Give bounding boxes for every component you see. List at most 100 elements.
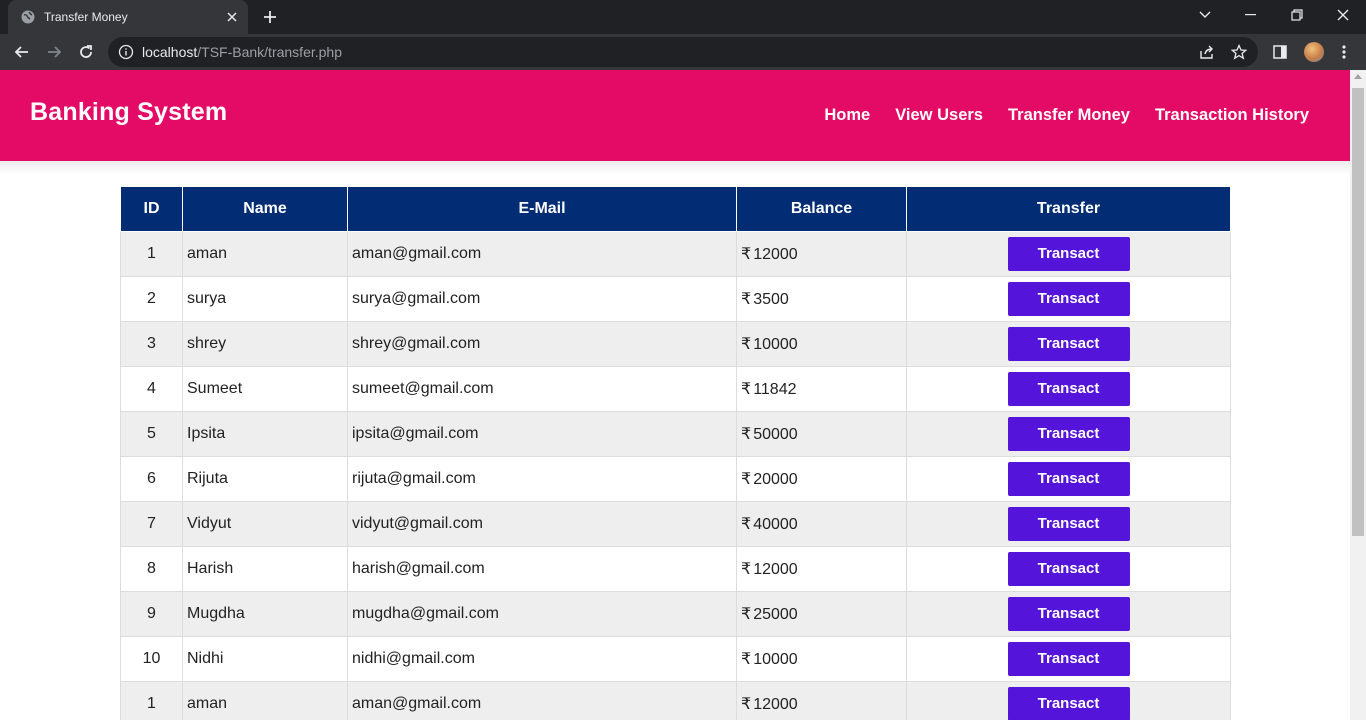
brand-title[interactable]: Banking System	[30, 98, 227, 127]
url-path: /TSF-Bank/transfer.php	[197, 44, 342, 60]
cell-email: harish@gmail.com	[347, 546, 737, 592]
transact-button[interactable]: Transact	[1007, 462, 1130, 496]
users-table: ID Name E-Mail Balance Transfer 1 aman ama…	[120, 186, 1231, 720]
balance-value: 3500	[753, 291, 789, 308]
cell-email: ipsita@gmail.com	[347, 411, 737, 457]
cell-transfer: Transact	[906, 591, 1231, 637]
transact-button[interactable]: Transact	[1007, 687, 1130, 720]
header-id: ID	[120, 186, 183, 232]
cell-balance: ₹25000	[736, 591, 907, 637]
currency-symbol: ₹	[741, 651, 752, 668]
cell-transfer: Transact	[906, 636, 1231, 682]
share-icon[interactable]	[1198, 43, 1216, 61]
page-scrollbar[interactable]	[1350, 70, 1366, 720]
cell-name: aman	[182, 231, 348, 277]
cell-email: surya@gmail.com	[347, 276, 737, 322]
close-window-icon[interactable]	[1320, 0, 1366, 30]
transact-button[interactable]: Transact	[1007, 642, 1130, 676]
cell-id: 10	[120, 636, 183, 682]
url-host: localhost	[142, 44, 198, 60]
cell-email: vidyut@gmail.com	[347, 501, 737, 547]
table-row: 8 Harish harish@gmail.com ₹12000 Transact	[120, 546, 1231, 592]
header-balance: Balance	[736, 186, 907, 232]
table-row: 4 Sumeet sumeet@gmail.com ₹11842 Transact	[120, 366, 1231, 412]
cell-balance: ₹3500	[736, 276, 907, 322]
minimize-icon[interactable]	[1228, 0, 1274, 30]
transact-button[interactable]: Transact	[1007, 237, 1130, 271]
navbar-shadow	[0, 161, 1350, 175]
nav-transaction-history[interactable]: Transaction History	[1155, 106, 1309, 125]
transact-button[interactable]: Transact	[1007, 327, 1130, 361]
currency-symbol: ₹	[741, 336, 752, 353]
balance-value: 40000	[753, 516, 798, 533]
header-name: Name	[182, 186, 348, 232]
cell-transfer: Transact	[906, 321, 1231, 367]
table-row: 9 Mugdha mugdha@gmail.com ₹25000 Transact	[120, 591, 1231, 637]
bookmark-star-icon[interactable]	[1230, 43, 1248, 61]
cell-id: 6	[120, 456, 183, 502]
cell-email: aman@gmail.com	[347, 231, 737, 277]
currency-symbol: ₹	[741, 291, 752, 308]
currency-symbol: ₹	[741, 561, 752, 578]
table-row: 5 Ipsita ipsita@gmail.com ₹50000 Transact	[120, 411, 1231, 457]
cell-id: 7	[120, 501, 183, 547]
transact-button[interactable]: Transact	[1007, 507, 1130, 541]
scrollbar-thumb[interactable]	[1352, 88, 1364, 536]
cell-name: Harish	[182, 546, 348, 592]
nav-transfer-money[interactable]: Transfer Money	[1008, 106, 1130, 125]
currency-symbol: ₹	[741, 516, 752, 533]
currency-symbol: ₹	[741, 381, 752, 398]
scroll-up-arrow-icon[interactable]	[1354, 74, 1362, 79]
cell-balance: ₹20000	[736, 456, 907, 502]
cell-transfer: Transact	[906, 276, 1231, 322]
browser-tab[interactable]: Transfer Money	[8, 0, 248, 34]
balance-value: 50000	[753, 426, 798, 443]
menu-kebab-icon[interactable]	[1334, 42, 1354, 62]
tab-title: Transfer Money	[44, 10, 128, 24]
transact-button[interactable]: Transact	[1007, 372, 1130, 406]
cell-email: shrey@gmail.com	[347, 321, 737, 367]
nav-home[interactable]: Home	[824, 106, 870, 125]
reload-icon[interactable]	[72, 38, 100, 66]
cell-name: surya	[182, 276, 348, 322]
balance-value: 12000	[753, 246, 798, 263]
cell-name: Mugdha	[182, 591, 348, 637]
transact-button[interactable]: Transact	[1007, 282, 1130, 316]
url-text[interactable]: localhost/TSF-Bank/transfer.php	[142, 44, 342, 60]
cell-transfer: Transact	[906, 411, 1231, 457]
cell-name: aman	[182, 681, 348, 720]
balance-value: 12000	[753, 696, 798, 713]
restore-icon[interactable]	[1274, 0, 1320, 30]
side-panel-icon[interactable]	[1270, 42, 1290, 62]
balance-value: 20000	[753, 471, 798, 488]
header-email: E-Mail	[347, 186, 737, 232]
nav-view-users[interactable]: View Users	[895, 106, 983, 125]
table-row: 3 shrey shrey@gmail.com ₹10000 Transact	[120, 321, 1231, 367]
table-row: 1 aman aman@gmail.com ₹12000 Transact	[120, 681, 1231, 720]
balance-value: 12000	[753, 561, 798, 578]
cell-transfer: Transact	[906, 681, 1231, 720]
cell-transfer: Transact	[906, 231, 1231, 277]
cell-balance: ₹10000	[736, 636, 907, 682]
forward-icon[interactable]	[40, 38, 68, 66]
close-tab-icon[interactable]	[222, 7, 242, 27]
page-viewport: Banking System Home View Users Transfer …	[0, 70, 1350, 720]
currency-symbol: ₹	[741, 606, 752, 623]
site-info-icon[interactable]	[118, 44, 134, 60]
transact-button[interactable]: Transact	[1007, 597, 1130, 631]
cell-balance: ₹50000	[736, 411, 907, 457]
cell-id: 4	[120, 366, 183, 412]
transact-button[interactable]: Transact	[1007, 417, 1130, 451]
cell-id: 1	[120, 231, 183, 277]
cell-name: Sumeet	[182, 366, 348, 412]
cell-email: mugdha@gmail.com	[347, 591, 737, 637]
table-row: 1 aman aman@gmail.com ₹12000 Transact	[120, 231, 1231, 277]
back-icon[interactable]	[8, 38, 36, 66]
profile-avatar[interactable]	[1304, 42, 1324, 62]
address-bar[interactable]: localhost/TSF-Bank/transfer.php	[108, 37, 1258, 67]
tab-search-icon[interactable]	[1182, 0, 1228, 30]
currency-symbol: ₹	[741, 696, 752, 713]
new-tab-icon[interactable]	[258, 6, 282, 28]
transact-button[interactable]: Transact	[1007, 552, 1130, 586]
cell-name: shrey	[182, 321, 348, 367]
